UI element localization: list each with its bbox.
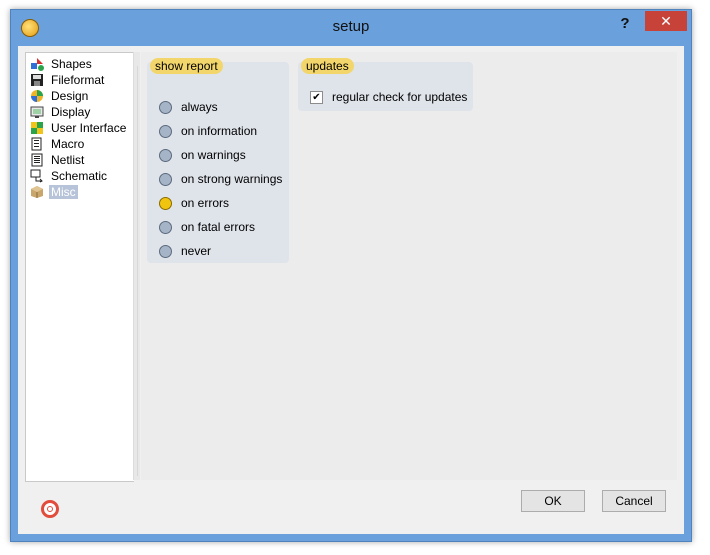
tree-item-label: User Interface <box>51 120 127 135</box>
updates-title: updates <box>301 58 354 74</box>
radio-label: always <box>181 100 218 114</box>
radio-button[interactable] <box>159 173 172 187</box>
radio-label: on fatal errors <box>181 220 256 234</box>
regular-check-label: regular check for updates <box>332 90 468 104</box>
radio-button[interactable] <box>159 245 172 259</box>
window-title: setup <box>332 18 370 35</box>
radio-button-selected[interactable] <box>159 197 172 211</box>
radio-on-errors[interactable]: on errors <box>159 195 229 211</box>
help-button[interactable]: ? <box>609 12 641 36</box>
regular-check-checkbox[interactable]: ✔ <box>310 91 323 105</box>
tree-item-label: Macro <box>51 136 85 151</box>
tree-item-label: Design <box>51 88 89 103</box>
show-report-group: show report always on information on war… <box>147 58 289 263</box>
radio-label: on information <box>181 124 258 138</box>
netlist-icon <box>30 153 44 167</box>
radio-button[interactable] <box>159 149 172 163</box>
settings-pane: show report always on information on war… <box>141 52 677 480</box>
radio-button[interactable] <box>159 101 172 115</box>
close-button[interactable]: ✕ <box>645 11 687 31</box>
title-bar[interactable]: setup ? ✕ <box>11 10 691 46</box>
radio-on-strong-warnings[interactable]: on strong warnings <box>159 171 282 187</box>
radio-button[interactable] <box>159 221 172 235</box>
lifebuoy-icon[interactable] <box>41 500 59 518</box>
updates-group: updates ✔ regular check for updates <box>298 58 473 111</box>
tree-item-misc[interactable]: Misc <box>30 183 78 199</box>
tree-item-user-interface[interactable]: User Interface <box>30 119 128 135</box>
tree-item-design[interactable]: Design <box>30 87 90 103</box>
radio-label: on strong warnings <box>181 172 283 186</box>
tree-item-display[interactable]: Display <box>30 103 92 119</box>
schematic-icon <box>30 169 44 183</box>
tree-item-shapes[interactable]: Shapes <box>30 55 94 71</box>
tree-item-label: Misc <box>49 184 78 199</box>
radio-on-warnings[interactable]: on warnings <box>159 147 246 163</box>
tree-item-label: Display <box>51 104 91 119</box>
tree-item-fileformat[interactable]: Fileformat <box>30 71 106 87</box>
show-report-title: show report <box>150 58 223 74</box>
dialog-body: Shapes Fileformat Design Display User In… <box>18 46 684 534</box>
radio-on-information[interactable]: on information <box>159 123 257 139</box>
design-icon <box>30 89 44 103</box>
tree-item-netlist[interactable]: Netlist <box>30 151 86 167</box>
tree-item-label: Schematic <box>51 168 108 183</box>
cancel-button[interactable]: Cancel <box>602 490 666 512</box>
regular-check-row[interactable]: ✔ regular check for updates <box>310 89 467 105</box>
user-interface-icon <box>30 121 44 135</box>
setup-dialog: setup ? ✕ Shapes Fileformat Design Displ… <box>10 9 692 542</box>
radio-label: on errors <box>181 196 230 210</box>
radio-never[interactable]: never <box>159 243 211 259</box>
shapes-icon <box>30 57 44 71</box>
display-icon <box>30 105 44 119</box>
tree-item-macro[interactable]: Macro <box>30 135 86 151</box>
tree-item-label: Fileformat <box>51 72 105 87</box>
tree-item-label: Netlist <box>51 152 85 167</box>
radio-always[interactable]: always <box>159 99 218 115</box>
radio-label: never <box>181 244 212 258</box>
radio-button[interactable] <box>159 125 172 139</box>
radio-on-fatal-errors[interactable]: on fatal errors <box>159 219 255 235</box>
tree-item-label: Shapes <box>51 56 92 71</box>
radio-label: on warnings <box>181 148 246 162</box>
settings-tree: Shapes Fileformat Design Display User In… <box>25 52 134 482</box>
ok-button[interactable]: OK <box>521 490 585 512</box>
macro-icon <box>30 137 44 151</box>
tree-item-schematic[interactable]: Schematic <box>30 167 109 183</box>
floppy-icon <box>30 73 44 87</box>
splitter[interactable] <box>137 66 138 476</box>
box-icon <box>30 185 44 199</box>
